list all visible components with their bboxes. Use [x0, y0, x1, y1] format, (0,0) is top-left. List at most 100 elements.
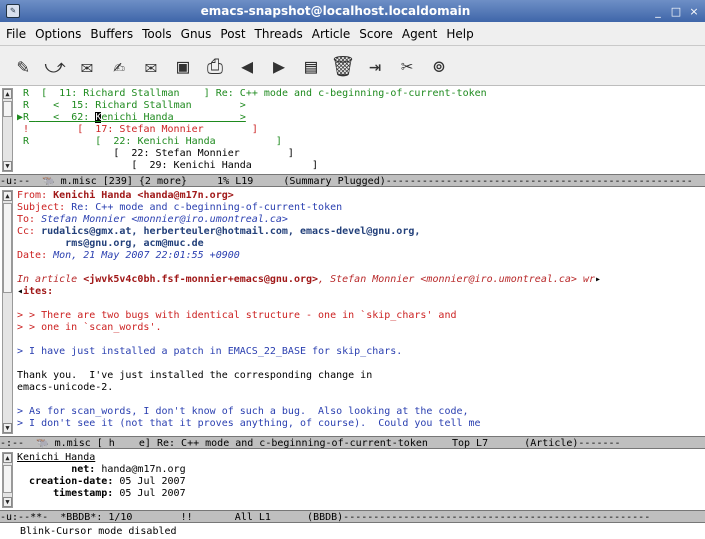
- mail-icon[interactable]: ✉: [136, 51, 166, 81]
- article-scrollbar[interactable]: ▲ ▼: [2, 190, 13, 434]
- summary-author: [ 11: Richard Stallman: [41, 88, 180, 99]
- menu-article[interactable]: Article: [312, 27, 351, 41]
- header-label: Subject:: [17, 202, 66, 213]
- attribution-text: , Stefan Monnier: [318, 274, 421, 285]
- header-value[interactable]: rms@gnu.org, acm@muc.de: [65, 238, 203, 249]
- bbdb-scrollbar[interactable]: ▲ ▼: [2, 452, 13, 508]
- header-value[interactable]: rudalics@gmx.at, herberteuler@hotmail.co…: [41, 226, 420, 237]
- bbdb-field: timestamp: 05 Jul 2007: [17, 488, 703, 500]
- message-id-link[interactable]: <jwvk5v4c0bh.fsf-monnier+emacs@gnu.org>: [83, 274, 318, 285]
- tick-mark: !: [23, 124, 30, 135]
- kill-thread-icon[interactable]: ▤: [296, 51, 326, 81]
- summary-line[interactable]: R [ 22: Kenichi Handa ]: [17, 136, 703, 148]
- mode-line-status: -:--: [0, 438, 25, 449]
- bbdb-buffer[interactable]: ▲ ▼ Kenichi Handa net: handa@m17n.org cr…: [0, 450, 705, 510]
- help-icon[interactable]: ⊚: [424, 51, 454, 81]
- menu-score[interactable]: Score: [359, 27, 393, 41]
- scroll-down-arrow-icon[interactable]: ▼: [3, 423, 12, 433]
- read-mark: R: [23, 88, 30, 99]
- quoted-line: > > one in `scan_words'.: [17, 322, 162, 333]
- summary-author: [ 22: Kenichi Handa ]: [41, 136, 282, 147]
- bbdb-field-value: handa@m17n.org: [101, 464, 186, 475]
- wrap-indicator: ▸: [595, 274, 602, 285]
- header-subject: Subject: Re: C++ mode and c-beginning-of…: [17, 202, 703, 214]
- attribution-wrap: ◂ites:: [17, 286, 703, 298]
- article-buffer[interactable]: ▲ ▼ From: Kenichi Handa <handa@m17n.org>…: [0, 188, 705, 436]
- quoted-line: > As for scan_words, I don't know of suc…: [17, 406, 469, 417]
- summary-buffer[interactable]: ▲ ▼ R [ 11: Richard Stallman ] Re: C++ m…: [0, 86, 705, 174]
- summary-lines: R [ 11: Richard Stallman ] Re: C++ mode …: [17, 88, 703, 172]
- menu-post[interactable]: Post: [220, 27, 245, 41]
- scroll-up-arrow-icon[interactable]: ▲: [3, 191, 12, 201]
- header-value: Mon, 21 May 2007 22:01:55 +0900: [53, 250, 240, 261]
- summary-line-current[interactable]: ▶R < 62: Kenichi Handa >: [17, 112, 703, 124]
- trash-icon[interactable]: 🗑: [328, 51, 358, 81]
- article-mode-line: -:-- 🐃 m.misc [ h e] Re: C++ mode and c-…: [0, 436, 705, 449]
- gnus-icon: 🐃: [42, 176, 55, 187]
- header-label: Date:: [17, 250, 48, 261]
- scroll-down-arrow-icon[interactable]: ▼: [3, 497, 12, 507]
- preferences-icon[interactable]: ✂: [392, 51, 422, 81]
- exit-icon[interactable]: ⇥: [360, 51, 390, 81]
- summary-author: [ 29: Kenichi Handa ]: [41, 160, 319, 171]
- menu-bar: File Options Buffers Tools Gnus Post Thr…: [0, 22, 705, 46]
- close-button[interactable]: ×: [687, 5, 701, 18]
- reply-icon[interactable]: ✉: [72, 51, 102, 81]
- maximize-button[interactable]: □: [669, 5, 683, 18]
- summary-author: [ 17: Stefan Monnier ]: [41, 124, 258, 135]
- scroll-down-arrow-icon[interactable]: ▼: [3, 161, 12, 171]
- menu-gnus[interactable]: Gnus: [181, 27, 212, 41]
- attribution-text: ites:: [23, 286, 54, 297]
- summary-line[interactable]: [ 22: Stefan Monnier ]: [17, 148, 703, 160]
- mode-line-status: -u:--: [0, 176, 31, 187]
- menu-agent[interactable]: Agent: [402, 27, 438, 41]
- mode-line-info: m.misc [ h e] Re: C++ mode and c-beginni…: [48, 438, 621, 449]
- followup-icon[interactable]: ⤻: [40, 51, 70, 81]
- scroll-thumb[interactable]: [3, 203, 12, 293]
- body-line: emacs-unicode-2.: [17, 382, 114, 393]
- header-label: Cc:: [17, 226, 36, 237]
- next-icon[interactable]: ▶: [264, 51, 294, 81]
- scroll-thumb[interactable]: [3, 465, 12, 493]
- quoted-line: > I have just installed a patch in EMACS…: [17, 346, 403, 357]
- menu-options[interactable]: Options: [35, 27, 81, 41]
- menu-help[interactable]: Help: [446, 27, 473, 41]
- summary-line[interactable]: ! [ 17: Stefan Monnier ]: [17, 124, 703, 136]
- scroll-thumb[interactable]: [3, 101, 12, 117]
- header-value[interactable]: Kenichi Handa <handa@m17n.org>: [53, 190, 234, 201]
- header-value[interactable]: Stefan Monnier <monnier@iro.umontreal.ca…: [41, 214, 288, 225]
- title-bar: ✎ emacs-snapshot@localhost.localdomain _…: [0, 0, 705, 22]
- bbdb-field-value: 05 Jul 2007: [119, 476, 186, 487]
- header-label: From:: [17, 190, 48, 201]
- summary-line[interactable]: R [ 11: Richard Stallman ] Re: C++ mode …: [17, 88, 703, 100]
- emacs-app-icon[interactable]: ✎: [6, 4, 20, 18]
- minimize-button[interactable]: _: [651, 5, 665, 18]
- edit-icon[interactable]: ✎: [8, 51, 38, 81]
- address-link[interactable]: <monnier@iro.umontreal.ca>: [420, 274, 577, 285]
- menu-file[interactable]: File: [6, 27, 26, 41]
- summary-line[interactable]: R < 15: Richard Stallman >: [17, 100, 703, 112]
- summary-line[interactable]: [ 29: Kenichi Handa ]: [17, 160, 703, 172]
- bbdb-field: net: handa@m17n.org: [17, 464, 703, 476]
- scroll-up-arrow-icon[interactable]: ▲: [3, 89, 12, 99]
- print-icon[interactable]: ⎙: [200, 51, 230, 81]
- bbdb-record-name[interactable]: Kenichi Handa: [17, 452, 703, 464]
- menu-threads[interactable]: Threads: [255, 27, 303, 41]
- bbdb-field-label: timestamp:: [53, 488, 114, 499]
- attribution-line: In article <jwvk5v4c0bh.fsf-monnier+emac…: [17, 274, 703, 286]
- quoted-line: > I don't see it (not that it proves any…: [17, 418, 481, 429]
- menu-buffers[interactable]: Buffers: [90, 27, 133, 41]
- scroll-up-arrow-icon[interactable]: ▲: [3, 453, 12, 463]
- previous-icon[interactable]: ◀: [232, 51, 262, 81]
- menu-tools[interactable]: Tools: [142, 27, 172, 41]
- header-to: To: Stefan Monnier <monnier@iro.umontrea…: [17, 214, 703, 226]
- summary-author: [ 22: Stefan Monnier ]: [41, 148, 294, 159]
- save-icon[interactable]: ▣: [168, 51, 198, 81]
- body-line: Thank you. I've just installed the corre…: [17, 370, 373, 381]
- summary-scrollbar[interactable]: ▲ ▼: [2, 88, 13, 172]
- reply-with-citation-icon[interactable]: ✍: [104, 51, 134, 81]
